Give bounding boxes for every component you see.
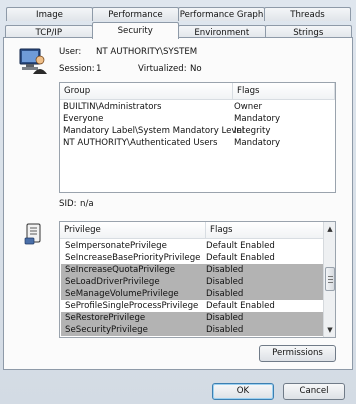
tab-performance-graph[interactable]: Performance Graph: [178, 7, 265, 21]
permissions-button-label: Permissions: [272, 348, 323, 358]
privilege-flags: Default Enabled: [206, 253, 275, 263]
group-flags: Owner: [234, 102, 263, 112]
privilege-row[interactable]: SeLoadDriverPrivilege Disabled: [61, 276, 325, 288]
privilege-flags: Disabled: [206, 313, 244, 323]
privileges-column-flags[interactable]: Flags: [206, 222, 324, 239]
virtualized-label: Virtualized:: [138, 64, 187, 74]
privileges-scroll-icon: [24, 223, 41, 245]
privilege-flags: Default Enabled: [206, 241, 275, 251]
sid-value: n/a: [80, 199, 94, 209]
privilege-flags: Disabled: [206, 325, 244, 335]
process-properties-dialog: Image Performance Performance Graph Thre…: [0, 0, 356, 404]
privileges-list[interactable]: Privilege Flags SeImpersonatePrivilege D…: [59, 221, 336, 338]
groups-list[interactable]: Group Flags BUILTIN\Administrators Owner…: [59, 82, 336, 193]
privilege-name: SeIncreaseBasePriorityPrivilege: [65, 253, 201, 263]
group-flags: Mandatory: [234, 114, 281, 124]
tab-security[interactable]: Security: [91, 22, 179, 39]
ok-button-label: OK: [236, 386, 250, 396]
privilege-row[interactable]: SeProfileSingleProcessPrivilege Default …: [61, 300, 325, 312]
group-name[interactable]: NT AUTHORITY\Authenticated Users: [63, 138, 218, 149]
privilege-row[interactable]: SeSecurityPrivilege Disabled: [61, 324, 325, 336]
scroll-up-arrow-icon[interactable]: ▲: [325, 224, 335, 234]
scroll-down-arrow-icon[interactable]: ▼: [325, 325, 335, 335]
cancel-button[interactable]: Cancel: [283, 383, 345, 400]
cancel-button-label: Cancel: [299, 386, 329, 396]
privilege-name: SeSecurityPrivilege: [65, 325, 148, 335]
tab-threads[interactable]: Threads: [264, 7, 351, 21]
group-name[interactable]: Mandatory Label\System Mandatory Level: [63, 126, 244, 137]
ok-button[interactable]: OK: [212, 383, 274, 400]
sid-label: SID:: [59, 199, 77, 209]
privilege-name: SeIncreaseQuotaPrivilege: [65, 265, 176, 275]
privilege-name: SeImpersonatePrivilege: [65, 241, 167, 251]
privilege-flags: Disabled: [206, 265, 244, 275]
user-computer-icon: [19, 48, 47, 74]
privileges-scrollbar[interactable]: ▲ ▼: [323, 222, 335, 337]
tab-row-1: Image Performance Performance Graph Thre…: [6, 7, 351, 21]
user-value: NT AUTHORITY\SYSTEM: [96, 47, 198, 57]
privilege-row[interactable]: SeIncreaseQuotaPrivilege Disabled: [61, 264, 325, 276]
privilege-name: SeLoadDriverPrivilege: [65, 277, 160, 287]
permissions-button[interactable]: Permissions: [259, 345, 336, 362]
group-name[interactable]: Everyone: [63, 114, 103, 125]
privilege-name: SeManageVolumePrivilege: [65, 289, 179, 299]
privilege-row[interactable]: SeManageVolumePrivilege Disabled: [61, 288, 325, 300]
privilege-name: SeProfileSingleProcessPrivilege: [65, 301, 199, 311]
privileges-column-privilege[interactable]: Privilege: [60, 222, 206, 239]
groups-column-group[interactable]: Group: [60, 83, 233, 100]
grip-line: [328, 279, 333, 280]
privilege-flags: Disabled: [206, 277, 244, 287]
tab-performance[interactable]: Performance: [92, 7, 179, 21]
session-label: Session:: [59, 64, 95, 74]
scrollbar-thumb[interactable]: [325, 267, 335, 291]
session-value: 1: [96, 64, 102, 74]
privilege-row[interactable]: SeImpersonatePrivilege Default Enabled: [61, 240, 325, 252]
virtualized-value: No: [190, 64, 202, 74]
group-flags: Integrity: [234, 126, 271, 136]
group-flags: Mandatory: [234, 138, 281, 148]
groups-column-flags[interactable]: Flags: [233, 83, 335, 100]
grip-line: [328, 282, 333, 283]
tab-image[interactable]: Image: [6, 7, 93, 21]
user-label: User:: [59, 47, 82, 57]
group-name[interactable]: BUILTIN\Administrators: [63, 102, 162, 113]
privilege-name: SeRestorePrivilege: [65, 313, 146, 323]
privilege-flags: Disabled: [206, 289, 244, 299]
privilege-row[interactable]: SeRestorePrivilege Disabled: [61, 312, 325, 324]
grip-line: [328, 276, 333, 277]
privilege-row[interactable]: SeIncreaseBasePriorityPrivilege Default …: [61, 252, 325, 264]
tab-strip: Image Performance Performance Graph Thre…: [3, 5, 352, 39]
privilege-flags: Default Enabled: [206, 301, 275, 311]
